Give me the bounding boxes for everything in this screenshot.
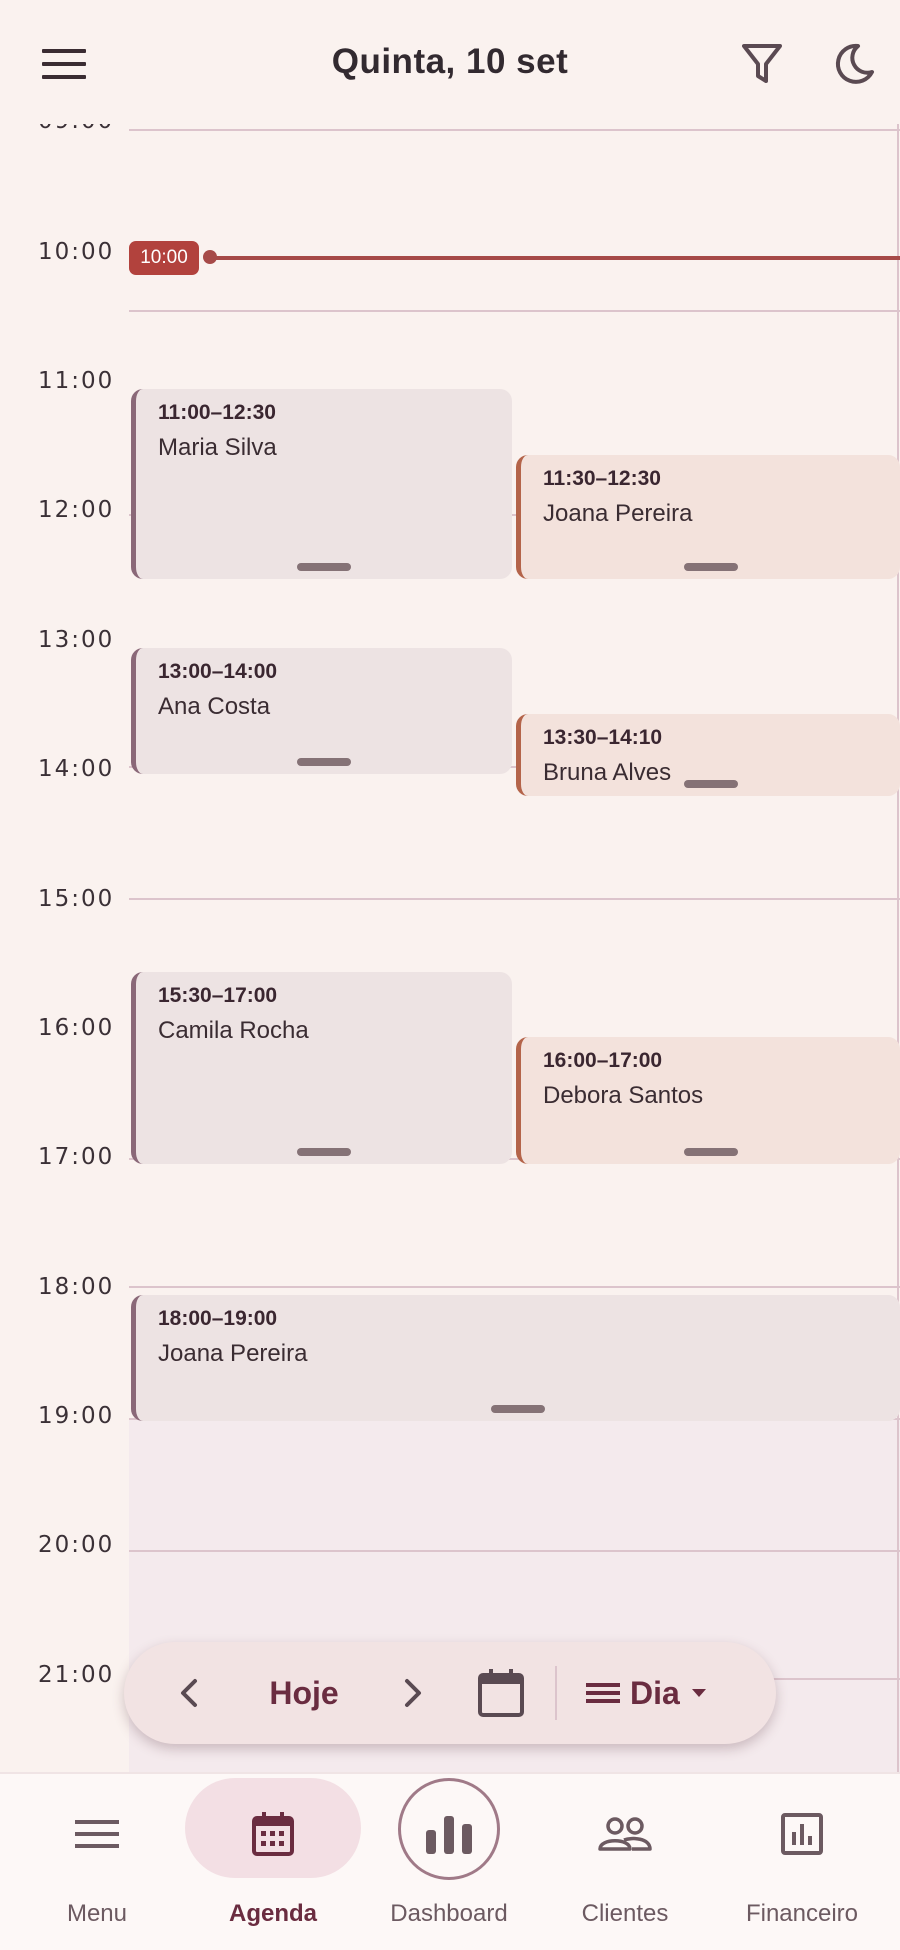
view-list-icon [586, 1683, 620, 1703]
current-time-badge: 10:00 [129, 241, 199, 275]
current-time-line [208, 256, 900, 260]
hour-label: 09:00 [38, 124, 118, 134]
view-mode-dropdown[interactable]: Dia [586, 1668, 736, 1718]
resize-handle[interactable] [297, 758, 351, 766]
appointment-time: 16:00–17:00 [543, 1049, 663, 1072]
app-header: Quinta, 10 set [0, 0, 900, 124]
view-mode-label: Dia [630, 1674, 680, 1711]
today-button[interactable]: Hoje [244, 1668, 364, 1718]
resize-handle[interactable] [491, 1405, 545, 1413]
date-navigation-bar: Hoje Dia [124, 1642, 776, 1744]
appointment-time: 18:00–19:00 [158, 1307, 278, 1330]
appointment-time: 13:00–14:00 [158, 660, 278, 683]
appointment-time: 11:00–12:30 [158, 401, 276, 424]
appointment-card[interactable]: 16:00–17:00 Debora Santos [516, 1037, 900, 1164]
current-time-dot [203, 250, 217, 264]
resize-handle[interactable] [683, 563, 738, 571]
appointment-client: Maria Silva [158, 434, 277, 461]
hour-label: 15:00 [38, 886, 115, 912]
nav-label: Financeiro [745, 1900, 859, 1927]
nav-label: Agenda [228, 1900, 317, 1927]
hour-line [129, 898, 900, 900]
appointment-time: 15:30–17:00 [158, 984, 278, 1007]
hour-label: 13:00 [38, 627, 115, 653]
day-calendar[interactable]: 09:00 10:00 11:00 12:00 13:00 14:00 15:0… [0, 124, 900, 1772]
hour-label: 14:00 [38, 756, 115, 782]
appointment-card[interactable]: 11:00–12:30 Maria Silva [131, 389, 512, 579]
appointment-client: Debora Santos [543, 1082, 704, 1109]
nav-label: Clientes [581, 1900, 669, 1927]
calendar-icon[interactable] [472, 1664, 530, 1722]
appointment-time: 13:30–14:10 [543, 726, 663, 749]
bottom-navigation: Menu Agenda Dashboard Clientes Financeir… [0, 1772, 900, 1950]
calendar-icon [185, 1784, 361, 1884]
chevron-left-icon[interactable] [164, 1668, 214, 1718]
hour-line [129, 310, 900, 312]
appointment-card[interactable]: 11:30–12:30 Joana Pereira [516, 455, 900, 579]
hour-label: 11:00 [38, 368, 115, 394]
resize-handle[interactable] [297, 1148, 351, 1156]
hour-label: 19:00 [38, 1403, 115, 1429]
hour-label: 10:00 [38, 239, 115, 265]
nav-item-dashboard[interactable]: Dashboard [361, 1774, 537, 1950]
resize-handle[interactable] [683, 780, 738, 788]
moon-icon[interactable] [820, 30, 888, 98]
hour-label: 16:00 [38, 1015, 115, 1041]
nav-item-clientes[interactable]: Clientes [537, 1774, 713, 1950]
column-divider [897, 124, 899, 1772]
menu-icon [9, 1784, 185, 1884]
hour-label: 18:00 [38, 1274, 115, 1300]
appointment-client: Ana Costa [158, 693, 271, 720]
hour-label: 20:00 [38, 1532, 115, 1558]
filter-icon[interactable] [728, 30, 796, 98]
nav-item-agenda[interactable]: Agenda [185, 1774, 361, 1950]
chevron-right-icon[interactable] [388, 1668, 438, 1718]
appointment-client: Camila Rocha [158, 1017, 309, 1044]
appointment-client: Joana Pereira [158, 1340, 308, 1367]
resize-handle[interactable] [297, 563, 351, 571]
appointment-time: 11:30–12:30 [543, 467, 661, 490]
hour-label: 17:00 [38, 1144, 115, 1170]
nav-label: Dashboard [390, 1900, 508, 1927]
report-icon [714, 1784, 890, 1884]
bar-chart-icon [361, 1784, 537, 1884]
divider [555, 1666, 557, 1720]
hour-label: 21:00 [38, 1662, 115, 1688]
caret-down-icon [691, 1689, 706, 1697]
appointment-card[interactable]: 13:00–14:00 Ana Costa [131, 648, 512, 774]
appointment-card[interactable]: 13:30–14:10 Bruna Alves [516, 714, 900, 796]
appointment-card[interactable]: 15:30–17:00 Camila Rocha [131, 972, 512, 1164]
hour-line [129, 1286, 900, 1288]
people-icon [537, 1784, 713, 1884]
hour-label: 12:00 [38, 497, 115, 523]
resize-handle[interactable] [683, 1148, 738, 1156]
nav-item-menu[interactable]: Menu [9, 1774, 185, 1950]
hour-line [129, 1550, 900, 1552]
appointment-card[interactable]: 18:00–19:00 Joana Pereira [131, 1295, 900, 1421]
appointment-client: Joana Pereira [543, 500, 693, 527]
hour-line [129, 129, 900, 131]
nav-label: Menu [66, 1900, 128, 1927]
nav-item-financeiro[interactable]: Financeiro [714, 1774, 890, 1950]
